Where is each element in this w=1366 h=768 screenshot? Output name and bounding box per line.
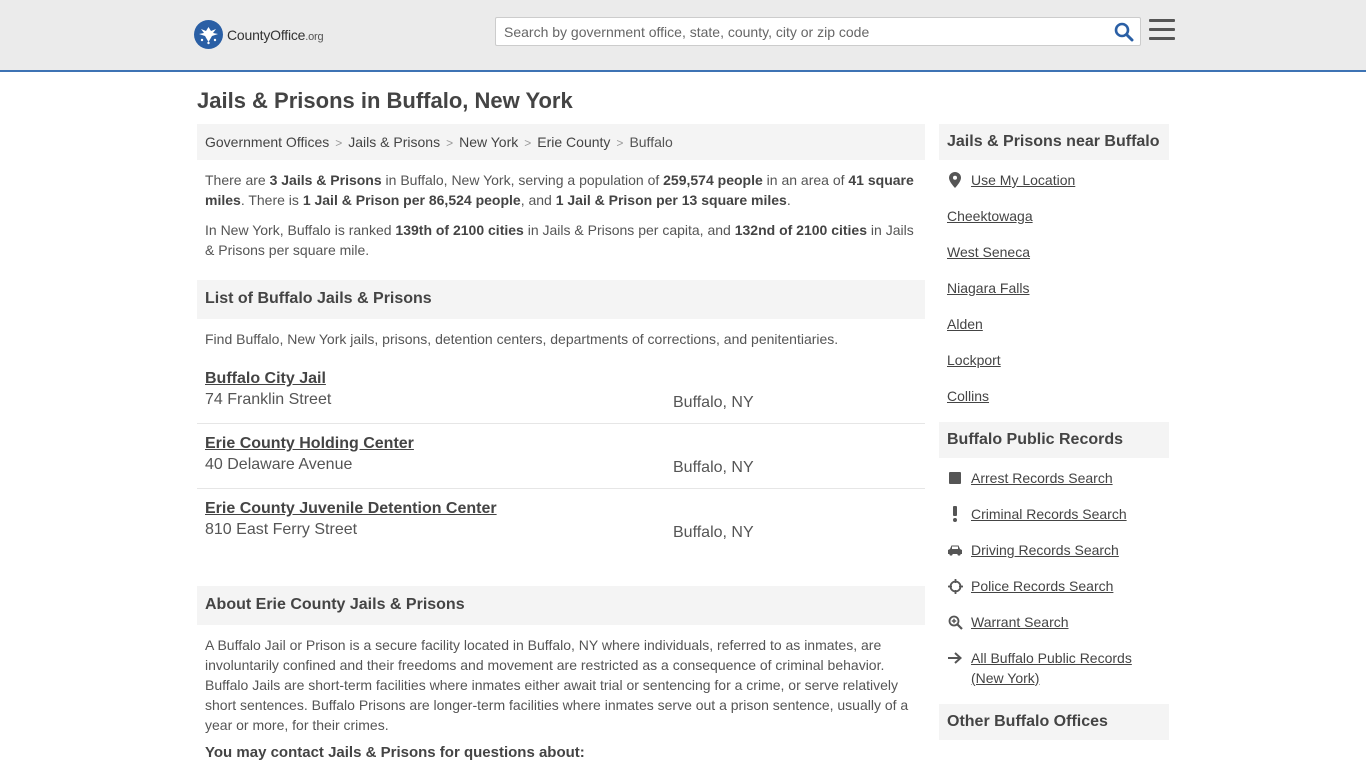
car-icon: [947, 540, 963, 560]
arrow-right-icon: [947, 648, 963, 668]
near-link-cheektowaga[interactable]: Cheektowaga: [947, 206, 1033, 226]
near-section-title: Jails & Prisons near Buffalo: [939, 124, 1169, 160]
near-item: Lockport: [947, 350, 1161, 370]
record-item: Warrant Search: [947, 612, 1161, 632]
all-public-records-link[interactable]: All Buffalo Public Records (New York): [971, 648, 1161, 688]
hamburger-menu-icon[interactable]: [1149, 19, 1175, 41]
sidebar: Jails & Prisons near Buffalo Use My Loca…: [939, 124, 1169, 740]
search-input[interactable]: [496, 18, 1096, 45]
chevron-right-icon: >: [446, 136, 454, 150]
criminal-records-link[interactable]: Criminal Records Search: [971, 504, 1127, 524]
driving-records-link[interactable]: Driving Records Search: [971, 540, 1119, 560]
facility-link[interactable]: Erie County Holding Center: [205, 435, 917, 453]
facility-city: Buffalo, NY: [673, 459, 754, 476]
breadcrumb-jails-prisons[interactable]: Jails & Prisons: [348, 134, 440, 150]
facility-address: 74 Franklin Street: [205, 391, 332, 408]
breadcrumb-government-offices[interactable]: Government Offices: [205, 134, 329, 150]
search-box: [495, 17, 1141, 46]
warrant-search-link[interactable]: Warrant Search: [971, 612, 1069, 632]
map-pin-icon: [947, 170, 963, 190]
facility-address: 810 East Ferry Street: [205, 521, 358, 538]
record-item: Driving Records Search: [947, 540, 1161, 560]
near-item: Cheektowaga: [947, 206, 1161, 226]
near-item: Niagara Falls: [947, 278, 1161, 298]
arrest-records-link[interactable]: Arrest Records Search: [971, 468, 1113, 488]
near-link-west-seneca[interactable]: West Seneca: [947, 242, 1030, 262]
main-content: Government Offices > Jails & Prisons > New Y…: [197, 124, 925, 761]
breadcrumb-buffalo: Buffalo: [629, 134, 673, 150]
records-section-title: Buffalo Public Records: [939, 422, 1169, 458]
near-item: West Seneca: [947, 242, 1161, 262]
breadcrumb: Government Offices > Jails & Prisons > New Y…: [197, 124, 925, 160]
facility-city: Buffalo, NY: [673, 524, 754, 541]
records-list: Arrest Records Search Criminal Records S…: [939, 458, 1169, 688]
list-item: Erie County Holding Center 40 Delaware A…: [197, 424, 925, 489]
chevron-right-icon: >: [616, 136, 624, 150]
use-location-link[interactable]: Use My Location: [971, 170, 1075, 190]
contact-heading: You may contact Jails & Prisons for ques…: [205, 744, 585, 761]
logo-text: CountyOffice.org: [227, 26, 324, 43]
square-icon: [947, 468, 963, 488]
near-link-niagara-falls[interactable]: Niagara Falls: [947, 278, 1029, 298]
about-section-title: About Erie County Jails & Prisons: [197, 586, 925, 625]
breadcrumb-erie-county[interactable]: Erie County: [537, 134, 610, 150]
site-logo[interactable]: CountyOffice.org: [194, 20, 324, 49]
record-item: All Buffalo Public Records (New York): [947, 648, 1161, 688]
page-title: Jails & Prisons in Buffalo, New York: [197, 88, 573, 113]
list-item: Buffalo City Jail 74 Franklin Street Buf…: [197, 359, 925, 424]
record-item: Criminal Records Search: [947, 504, 1161, 524]
crosshair-icon: [947, 576, 963, 596]
other-offices-title: Other Buffalo Offices: [939, 704, 1169, 740]
police-records-link[interactable]: Police Records Search: [971, 576, 1113, 596]
list-item: Erie County Juvenile Detention Center 81…: [197, 489, 925, 554]
facility-link[interactable]: Buffalo City Jail: [205, 370, 917, 388]
about-paragraph: A Buffalo Jail or Prison is a secure fac…: [205, 637, 909, 733]
magnify-icon: [947, 612, 963, 632]
ranking-paragraph: In New York, Buffalo is ranked 139th of …: [205, 222, 914, 258]
chevron-right-icon: >: [335, 136, 343, 150]
near-link-collins[interactable]: Collins: [947, 386, 989, 406]
exclamation-icon: [947, 504, 963, 524]
use-location-item: Use My Location: [947, 170, 1161, 190]
near-item: Alden: [947, 314, 1161, 334]
facility-list: Buffalo City Jail 74 Franklin Street Buf…: [197, 359, 925, 554]
record-item: Police Records Search: [947, 576, 1161, 596]
near-link-lockport[interactable]: Lockport: [947, 350, 1001, 370]
search-icon[interactable]: [1114, 22, 1134, 45]
facility-address: 40 Delaware Avenue: [205, 456, 353, 473]
near-item: Collins: [947, 386, 1161, 406]
eagle-logo-icon: [194, 20, 223, 49]
breadcrumb-new-york[interactable]: New York: [459, 134, 518, 150]
record-item: Arrest Records Search: [947, 468, 1161, 488]
near-list: Use My Location Cheektowaga West Seneca …: [939, 160, 1169, 406]
chevron-right-icon: >: [524, 136, 532, 150]
list-section-title: List of Buffalo Jails & Prisons: [197, 280, 925, 319]
summary-paragraph: There are 3 Jails & Prisons in Buffalo, …: [205, 172, 914, 208]
near-link-alden[interactable]: Alden: [947, 314, 983, 334]
top-header: CountyOffice.org: [0, 0, 1366, 72]
facility-city: Buffalo, NY: [673, 394, 754, 411]
facility-link[interactable]: Erie County Juvenile Detention Center: [205, 500, 917, 518]
list-intro: Find Buffalo, New York jails, prisons, d…: [205, 331, 839, 347]
